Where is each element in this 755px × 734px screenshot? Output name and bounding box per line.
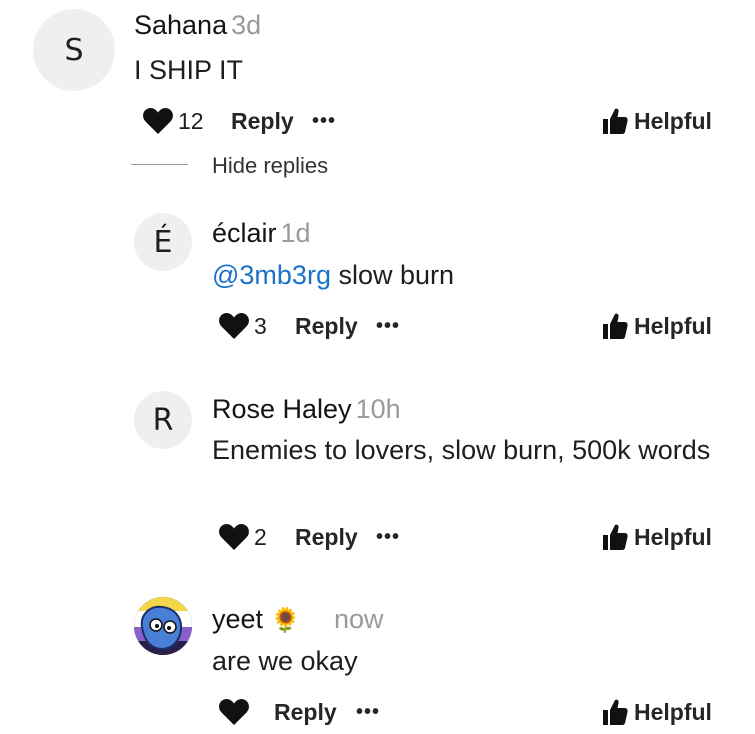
more-options-button[interactable]: ••• bbox=[356, 701, 380, 724]
mention-link[interactable]: @3mb3rg bbox=[212, 260, 331, 290]
helpful-label: Helpful bbox=[634, 107, 712, 134]
avatar[interactable]: R bbox=[134, 391, 192, 449]
comment-text: I SHIP IT bbox=[134, 55, 244, 85]
comment-body: slow burn bbox=[330, 260, 455, 290]
like-button[interactable]: 2 bbox=[218, 523, 267, 551]
comment-text: @3mb3rg slow burn bbox=[212, 257, 454, 293]
heart-icon bbox=[218, 698, 250, 726]
helpful-button[interactable]: Helpful bbox=[602, 312, 712, 340]
more-options-button[interactable]: ••• bbox=[376, 526, 400, 549]
comment-author[interactable]: éclair 1d bbox=[212, 218, 311, 249]
avatar-letter: É bbox=[153, 224, 173, 260]
comment-author[interactable]: yeet 🌻 now bbox=[212, 604, 384, 635]
comment-text: Enemies to lovers, slow burn, 500k words bbox=[212, 435, 711, 465]
avatar[interactable] bbox=[134, 597, 192, 655]
like-button[interactable]: 12 bbox=[142, 107, 204, 135]
thumbs-up-icon bbox=[603, 699, 628, 725]
helpful-button[interactable]: Helpful bbox=[602, 523, 712, 551]
comment-author[interactable]: Rose Haley 10h bbox=[212, 394, 401, 425]
reply-button[interactable]: Reply bbox=[295, 313, 358, 340]
avatar-image bbox=[134, 597, 192, 655]
reply-button[interactable]: Reply bbox=[295, 524, 358, 551]
like-count: 12 bbox=[178, 107, 204, 134]
avatar-letter: S bbox=[64, 32, 84, 68]
thumbs-up-icon bbox=[603, 524, 628, 550]
helpful-label: Helpful bbox=[634, 312, 712, 339]
reply-button[interactable]: Reply bbox=[274, 699, 337, 726]
replies-divider bbox=[131, 164, 188, 165]
thumbs-up-icon bbox=[603, 108, 628, 134]
avatar-letter: R bbox=[152, 402, 174, 438]
author-name: Rose Haley bbox=[212, 394, 352, 424]
comment-time: 3d bbox=[231, 10, 262, 40]
comment-author[interactable]: Sahana 3d bbox=[134, 10, 261, 41]
helpful-label: Helpful bbox=[634, 523, 712, 550]
comment-time: 1d bbox=[280, 218, 311, 248]
like-count: 2 bbox=[254, 523, 267, 550]
more-options-button[interactable]: ••• bbox=[376, 315, 400, 338]
comment-time: now bbox=[333, 604, 384, 634]
heart-icon bbox=[218, 523, 250, 551]
reply-button[interactable]: Reply bbox=[231, 108, 294, 135]
avatar[interactable]: S bbox=[33, 9, 115, 91]
sunflower-emoji: 🌻 bbox=[270, 606, 301, 634]
like-button[interactable]: 3 bbox=[218, 312, 267, 340]
like-button[interactable] bbox=[218, 698, 250, 726]
helpful-button[interactable]: Helpful bbox=[602, 698, 712, 726]
hide-replies-button[interactable]: Hide replies bbox=[212, 153, 328, 179]
heart-icon bbox=[218, 312, 250, 340]
helpful-button[interactable]: Helpful bbox=[602, 107, 712, 135]
avatar[interactable]: É bbox=[134, 213, 192, 271]
author-name: Sahana bbox=[134, 10, 228, 40]
helpful-label: Helpful bbox=[634, 698, 712, 725]
comment-time: 10h bbox=[355, 394, 401, 424]
author-name: yeet bbox=[212, 604, 264, 634]
thumbs-up-icon bbox=[603, 313, 628, 339]
comment-text: are we okay bbox=[212, 646, 358, 676]
more-options-button[interactable]: ••• bbox=[312, 110, 336, 133]
author-name: éclair bbox=[212, 218, 277, 248]
like-count: 3 bbox=[254, 312, 267, 339]
heart-icon bbox=[142, 107, 174, 135]
